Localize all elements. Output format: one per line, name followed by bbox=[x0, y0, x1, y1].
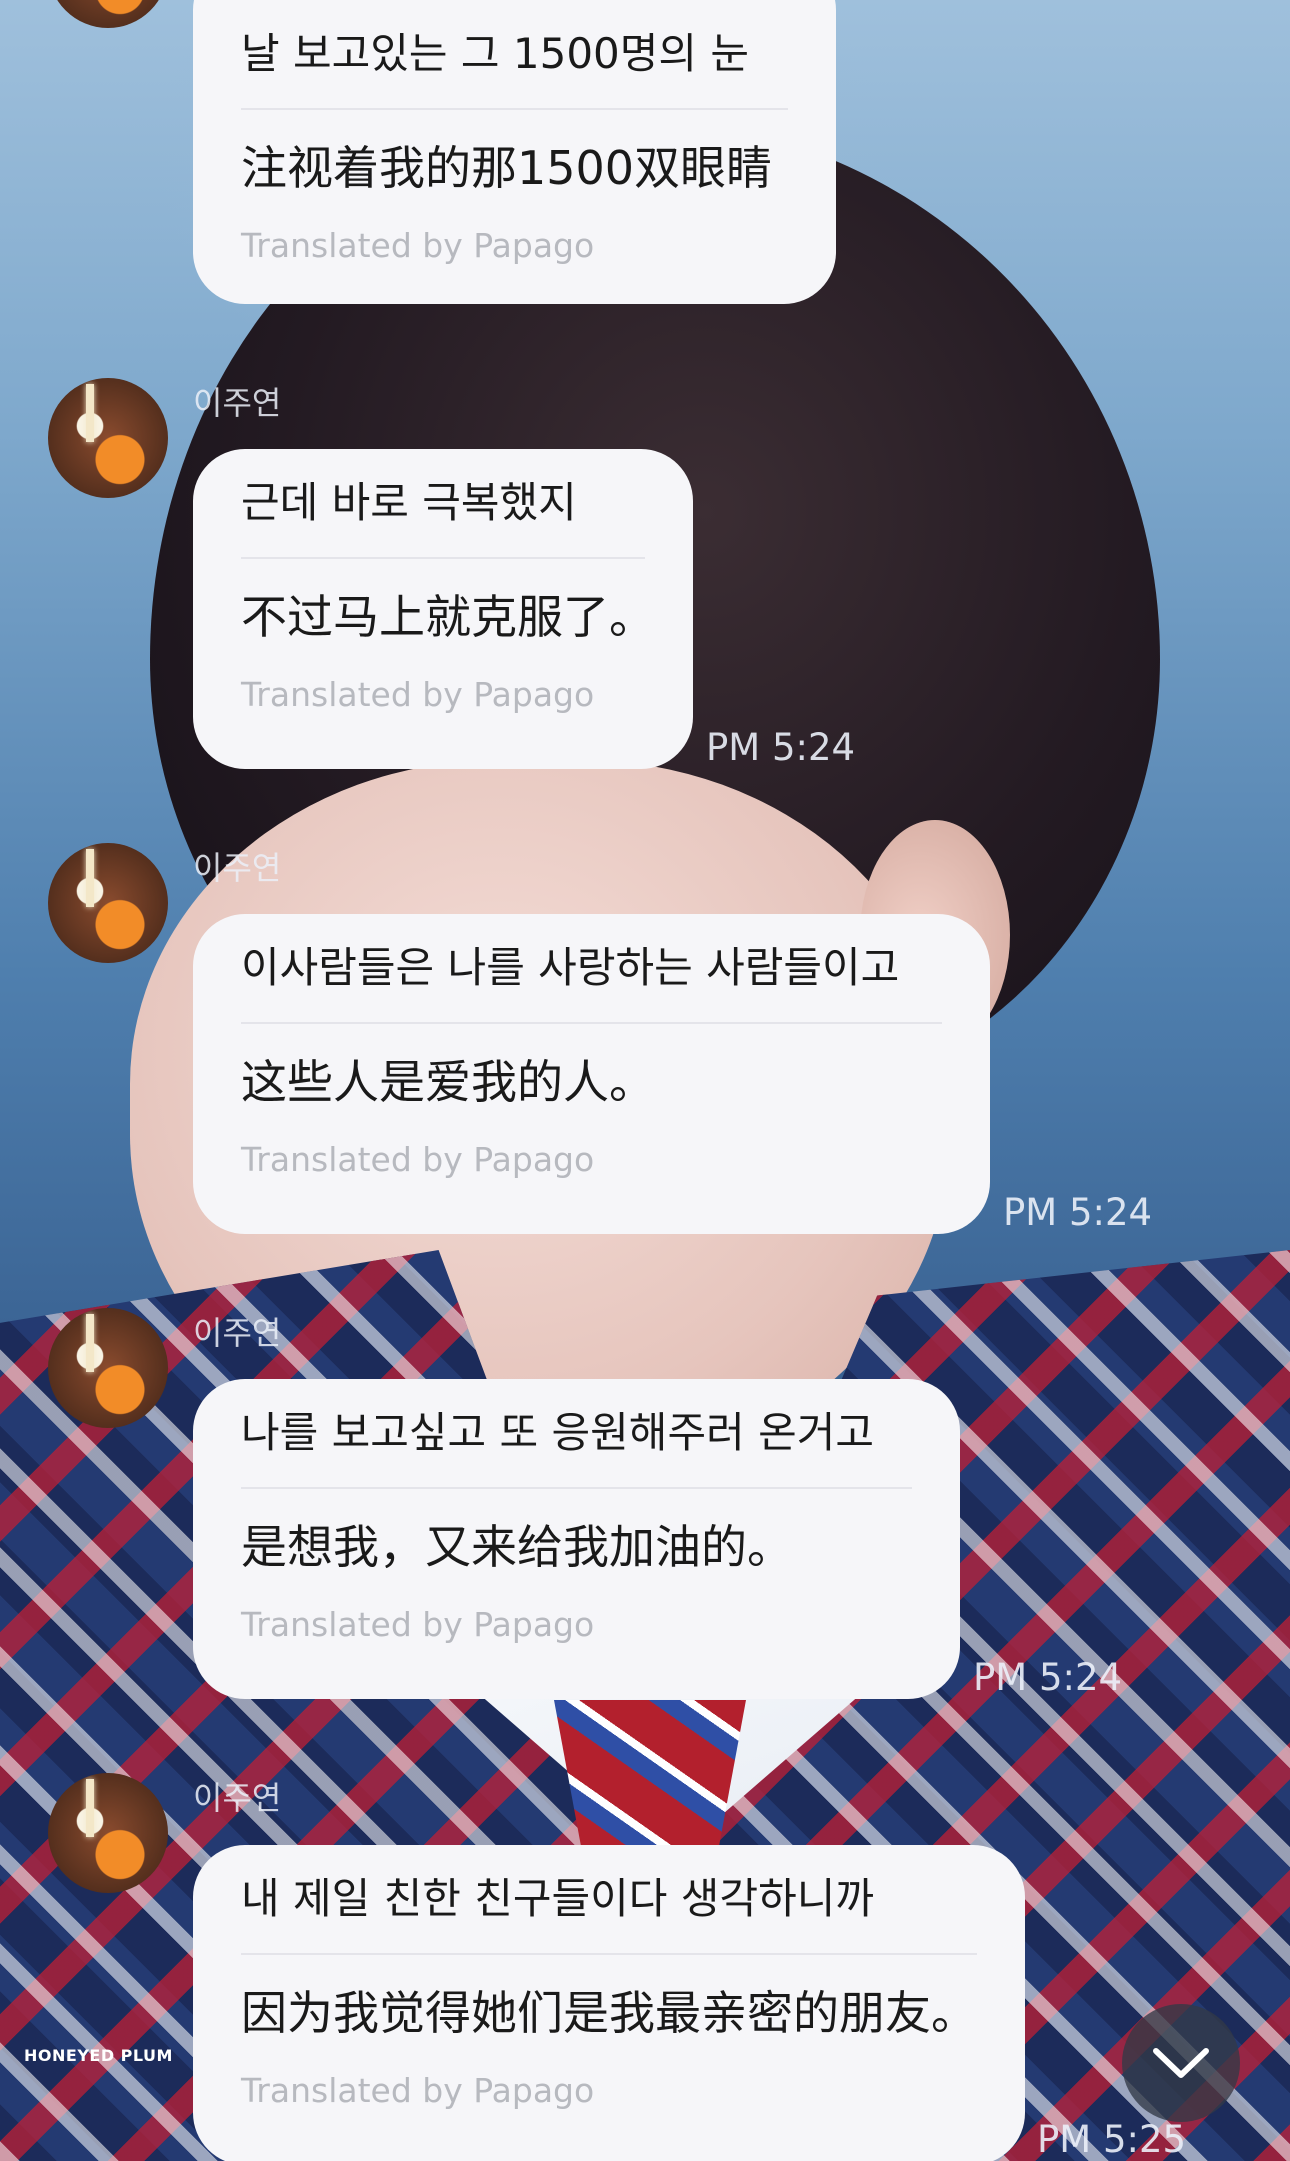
translated-by-label: Translated by Papago bbox=[241, 1605, 595, 1644]
message-timestamp: PM 5:25 bbox=[1037, 2118, 1187, 2161]
translated-by-label: Translated by Papago bbox=[241, 226, 595, 265]
message-timestamp: PM 5:24 bbox=[973, 1656, 1123, 1699]
message-timestamp: PM 5:24 bbox=[1003, 1191, 1153, 1234]
message-bubble[interactable]: 내 제일 친한 친구들이다 생각하니까 因为我觉得她们是我最亲密的朋友。 Tra… bbox=[193, 1845, 1025, 2161]
translated-by-label: Translated by Papago bbox=[241, 675, 595, 714]
avatar[interactable] bbox=[48, 1773, 168, 1893]
message-bubble[interactable]: 나를 보고싶고 또 응원해주러 온거고 是想我，又来给我加油的。 Transla… bbox=[193, 1379, 960, 1699]
sender-name: 이주연 bbox=[193, 849, 282, 887]
message-bubble[interactable]: 날 보고있는 그 1500명의 눈 注视着我的那1500双眼睛 Translat… bbox=[193, 0, 836, 304]
scroll-to-bottom-button[interactable] bbox=[1122, 2004, 1240, 2122]
message-chinese-text: 这些人是爱我的人。 bbox=[241, 1055, 655, 1109]
chat-screen: 날 보고있는 그 1500명의 눈 注视着我的那1500双眼睛 Translat… bbox=[0, 0, 1290, 2161]
message-korean-text: 날 보고있는 그 1500명의 눈 bbox=[241, 0, 788, 110]
translated-by-label: Translated by Papago bbox=[241, 1140, 595, 1179]
sender-name: 이주연 bbox=[193, 1314, 282, 1352]
message-korean-text: 이사람들은 나를 사랑하는 사람들이고 bbox=[241, 914, 942, 1024]
avatar[interactable] bbox=[48, 378, 168, 498]
message-chinese-text: 是想我，又来给我加油的。 bbox=[241, 1520, 793, 1574]
message-korean-text: 나를 보고싶고 또 응원해주러 온거고 bbox=[241, 1379, 912, 1489]
watermark: HONEYED PLUM bbox=[24, 2046, 173, 2065]
message-chinese-text: 因为我觉得她们是我最亲密的朋友。 bbox=[241, 1986, 977, 2040]
message-korean-text: 근데 바로 극복했지 bbox=[241, 449, 645, 559]
sender-name: 이주연 bbox=[193, 384, 282, 422]
message-bubble[interactable]: 근데 바로 극복했지 不过马上就克服了。 Translated by Papag… bbox=[193, 449, 693, 769]
translated-by-label: Translated by Papago bbox=[241, 2071, 595, 2110]
message-chinese-text: 注视着我的那1500双眼睛 bbox=[241, 141, 773, 195]
avatar[interactable] bbox=[48, 1308, 168, 1428]
message-bubble[interactable]: 이사람들은 나를 사랑하는 사람들이고 这些人是爱我的人。 Translated… bbox=[193, 914, 990, 1234]
sender-name: 이주연 bbox=[193, 1779, 282, 1817]
message-timestamp: PM 5:24 bbox=[706, 726, 856, 769]
message-chinese-text: 不过马上就克服了。 bbox=[241, 590, 655, 644]
avatar[interactable] bbox=[48, 843, 168, 963]
chevron-down-icon bbox=[1153, 2048, 1209, 2078]
message-korean-text: 내 제일 친한 친구들이다 생각하니까 bbox=[241, 1845, 977, 1955]
